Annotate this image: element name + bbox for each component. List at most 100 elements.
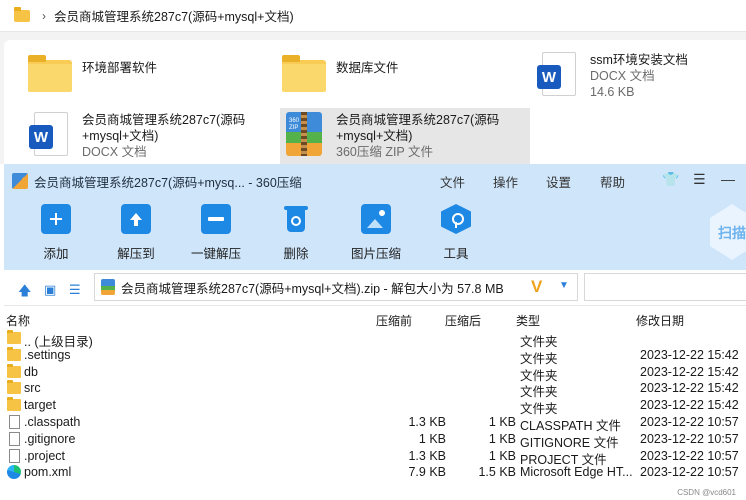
- file-uncompressed-size: 1.5 KB: [478, 465, 516, 479]
- add-label: 添加: [43, 243, 68, 262]
- list-view-icon[interactable]: ☰: [69, 282, 81, 298]
- column-type[interactable]: 类型: [516, 312, 540, 329]
- menu-settings[interactable]: 设置: [546, 172, 571, 191]
- extract-to-button[interactable]: 解压到: [96, 204, 176, 264]
- file-icon: [9, 415, 20, 429]
- file-row[interactable]: .. (上级目录) 文件夹: [4, 330, 746, 347]
- file-mtime: 2023-12-22 10:57: [640, 449, 739, 463]
- menu-help[interactable]: 帮助: [600, 172, 625, 191]
- archive-address-text: 会员商城管理系统287c7(源码+mysql+文档).zip - 解包大小为 5…: [121, 278, 504, 297]
- file-uncompressed-size: 1 KB: [489, 432, 516, 446]
- file-type: Microsoft Edge HT...: [520, 465, 633, 479]
- item-name: 数据库文件: [336, 60, 399, 76]
- file-row[interactable]: pom.xml 7.9 KB 1.5 KB Microsoft Edge HT.…: [4, 464, 746, 481]
- file-name: db: [24, 365, 38, 379]
- explorer-item-env-software[interactable]: 环境部署软件: [26, 50, 266, 96]
- tools-label: 工具: [443, 243, 468, 262]
- file-name: pom.xml: [24, 465, 71, 479]
- file-compressed-size: 1 KB: [419, 432, 446, 446]
- folder-icon: [280, 50, 328, 98]
- file-mtime: 2023-12-22 10:57: [640, 465, 739, 479]
- column-compressed[interactable]: 压缩前: [376, 312, 412, 329]
- archive-address-field[interactable]: 会员商城管理系统287c7(源码+mysql+文档).zip - 解包大小为 5…: [94, 273, 578, 301]
- item-name-line2: +mysql+文档): [82, 128, 245, 144]
- file-row[interactable]: target 文件夹 2023-12-22 15:42: [4, 397, 746, 414]
- item-name-line2: +mysql+文档): [336, 128, 499, 144]
- docx-icon: W: [534, 50, 582, 98]
- image-compress-button[interactable]: 图片压缩: [336, 204, 416, 264]
- explorer-item-ssm-doc[interactable]: W ssm环境安装文档 DOCX 文档 14.6 KB: [534, 50, 746, 106]
- menu-file[interactable]: 文件: [440, 172, 465, 191]
- file-mtime: 2023-12-22 15:42: [640, 365, 739, 379]
- main-menu-icon[interactable]: ☰: [693, 171, 706, 188]
- zip-icon: [101, 279, 115, 295]
- delete-icon: [281, 204, 311, 234]
- explorer-address-bar[interactable]: › 会员商城管理系统287c7(源码+mysql+文档): [0, 0, 746, 32]
- file-row[interactable]: .settings 文件夹 2023-12-22 15:42: [4, 347, 746, 364]
- file-list-header: 名称 压缩前 压缩后 类型 修改日期: [4, 306, 746, 330]
- folder-icon: [26, 50, 74, 98]
- file-row[interactable]: db 文件夹 2023-12-22 15:42: [4, 364, 746, 381]
- file-row[interactable]: .gitignore 1 KB 1 KB GITIGNORE 文件 2023-1…: [4, 431, 746, 448]
- skin-icon[interactable]: 👕: [662, 171, 679, 188]
- file-name: .gitignore: [24, 432, 75, 446]
- file-compressed-size: 1.3 KB: [408, 415, 446, 429]
- up-level-icon[interactable]: 🡅: [18, 282, 31, 304]
- file-mtime: 2023-12-22 10:57: [640, 415, 739, 429]
- item-name-line1: 会员商城管理系统287c7(源码: [336, 112, 499, 128]
- watermark: CSDN @vcd601: [677, 488, 736, 497]
- column-modified[interactable]: 修改日期: [636, 312, 684, 329]
- file-uncompressed-size: 1 KB: [489, 415, 516, 429]
- window-title: 会员商城管理系统287c7(源码+mysq... - 360压缩: [34, 172, 302, 191]
- add-button[interactable]: 添加: [16, 204, 96, 264]
- file-list: .. (上级目录) 文件夹 .settings 文件夹 2023-12-22 1…: [4, 330, 746, 481]
- folder-icon: [7, 366, 21, 378]
- scan-label: 扫描: [718, 223, 746, 243]
- menu-operation[interactable]: 操作: [493, 172, 518, 191]
- search-input[interactable]: [584, 273, 746, 301]
- item-type: DOCX 文档: [590, 68, 688, 84]
- minimize-icon[interactable]: —: [721, 171, 735, 187]
- file-row[interactable]: .project 1.3 KB 1 KB PROJECT 文件 2023-12-…: [4, 448, 746, 465]
- edge-browser-icon: [7, 465, 21, 479]
- extract-to-label: 解压到: [117, 243, 155, 262]
- address-row: 🡅 ▣ ☰ 会员商城管理系统287c7(源码+mysql+文档).zip - 解…: [4, 270, 746, 306]
- file-name: .settings: [24, 348, 71, 362]
- tools-icon: [441, 204, 471, 234]
- file-mtime: 2023-12-22 15:42: [640, 398, 739, 412]
- file-mtime: 2023-12-22 15:42: [640, 381, 739, 395]
- file-mtime: 2023-12-22 15:42: [640, 348, 739, 362]
- view-mode-icon[interactable]: ▣: [44, 282, 56, 298]
- zip-window-header: 会员商城管理系统287c7(源码+mysq... - 360压缩 文件 操作 设…: [4, 164, 746, 270]
- file-compressed-size: 1.3 KB: [408, 449, 446, 463]
- file-name: .classpath: [24, 415, 80, 429]
- zip-window: 会员商城管理系统287c7(源码+mysq... - 360压缩 文件 操作 设…: [4, 164, 746, 500]
- explorer-content-area: 环境部署软件 数据库文件 W ssm环境安装文档 DOCX 文档 14.6 KB…: [0, 32, 746, 164]
- explorer-file-pane: 环境部署软件 数据库文件 W ssm环境安装文档 DOCX 文档 14.6 KB…: [4, 40, 746, 164]
- one-click-extract-button[interactable]: 一键解压: [176, 204, 256, 264]
- delete-button[interactable]: 删除: [256, 204, 336, 264]
- file-mtime: 2023-12-22 10:57: [640, 432, 739, 446]
- file-row[interactable]: src 文件夹 2023-12-22 15:42: [4, 380, 746, 397]
- folder-icon: [7, 332, 21, 344]
- file-name: .project: [24, 449, 65, 463]
- tools-button[interactable]: 工具: [416, 204, 496, 264]
- app-logo-icon: [12, 173, 28, 189]
- item-name: 环境部署软件: [82, 60, 157, 76]
- folder-icon: [7, 399, 21, 411]
- chevron-down-icon[interactable]: ▼: [559, 280, 569, 291]
- file-icon: [9, 432, 20, 446]
- column-name[interactable]: 名称: [6, 312, 30, 329]
- column-uncompressed[interactable]: 压缩后: [445, 312, 481, 329]
- explorer-item-project-doc[interactable]: W 会员商城管理系统287c7(源码 +mysql+文档) DOCX 文档: [26, 110, 276, 164]
- zip-icon: 360ZIP: [280, 110, 328, 158]
- explorer-item-db-files[interactable]: 数据库文件: [280, 50, 520, 96]
- explorer-item-project-zip[interactable]: 360ZIP 会员商城管理系统287c7(源码 +mysql+文档) 360压缩…: [280, 108, 530, 164]
- breadcrumb-path[interactable]: 会员商城管理系统287c7(源码+mysql+文档): [54, 6, 294, 25]
- folder-icon: [14, 10, 30, 22]
- zip-title-bar[interactable]: 会员商城管理系统287c7(源码+mysq... - 360压缩: [4, 164, 746, 198]
- item-size: 14.6 KB: [590, 84, 688, 100]
- image-compress-label: 图片压缩: [351, 243, 401, 262]
- file-icon: [9, 449, 20, 463]
- file-row[interactable]: .classpath 1.3 KB 1 KB CLASSPATH 文件 2023…: [4, 414, 746, 431]
